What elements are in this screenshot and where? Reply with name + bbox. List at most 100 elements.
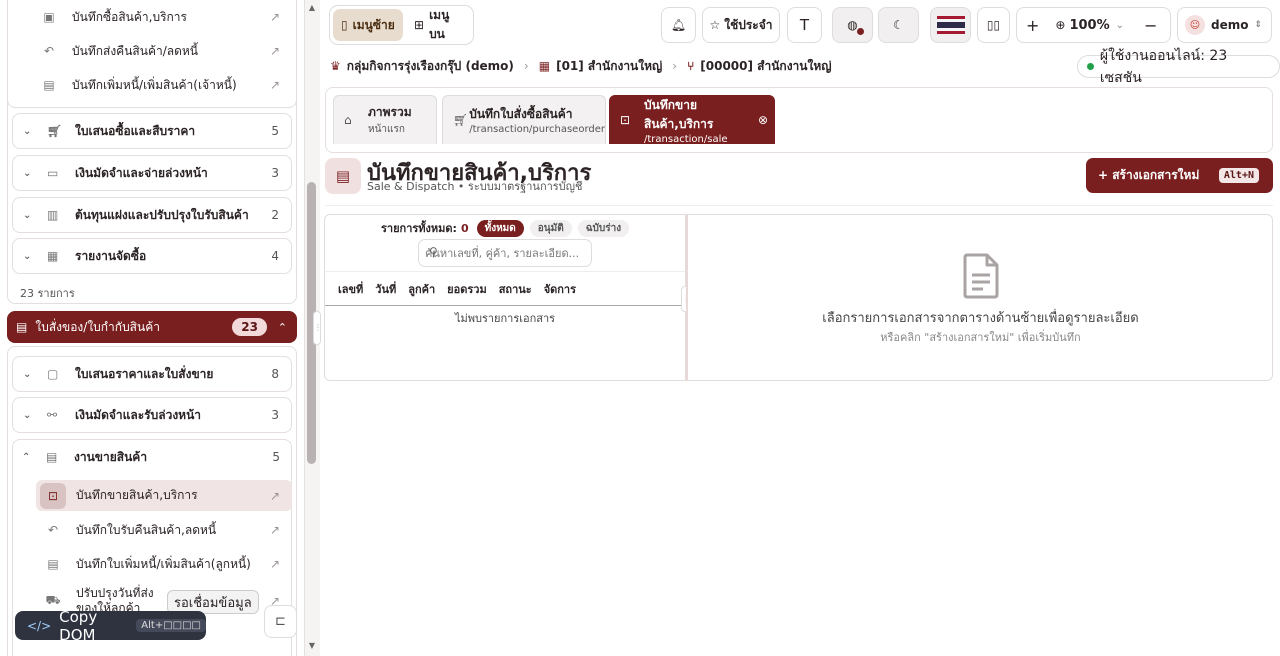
zoom-level[interactable]: 100% [1069, 18, 1109, 33]
category-count: 3 [271, 408, 279, 422]
section-label: ใบสั่งของ/ใบกำกับสินค้า [35, 319, 160, 334]
tab-title: บันทึกขาย [644, 97, 697, 112]
user-menu-button[interactable]: ☺ demo ⇕ [1177, 7, 1272, 43]
chevron-down-icon: ⌄ [1115, 19, 1125, 31]
close-tab-icon[interactable]: ⊗ [758, 113, 768, 127]
external-link-icon[interactable]: ↗ [270, 489, 280, 503]
breadcrumb-sub-branch[interactable]: [00000] สำนักงานใหญ่ [700, 57, 831, 76]
scroll-down-icon[interactable]: ▼ [305, 641, 319, 653]
building-icon: ▦ [538, 59, 551, 73]
moon-icon: ☾ [893, 18, 904, 32]
chevron-down-icon: ⌄ [23, 409, 32, 421]
sidebar-layout-icon: ▯ [341, 18, 348, 32]
star-icon: ☆ [709, 18, 721, 32]
copy-dom-button[interactable]: </> Copy DOM Alt+□□□□ [15, 608, 206, 644]
sidebar-section-sales[interactable]: ▤ ใบสั่งของ/ใบกำกับสินค้า 23 ⌃ [7, 311, 297, 343]
register-icon: ⊡ [620, 113, 631, 127]
filter-draft[interactable]: ฉบับร่าง [577, 219, 630, 237]
sidebar-category-sales-deposit[interactable]: ⌄ ⚯ เงินมัดจำและรับล่วงหน้า 3 [12, 397, 292, 433]
online-users-badge: ผู้ใช้งานออนไลน์: 23 เซสชัน [1077, 48, 1280, 86]
column-status[interactable]: สถานะ [499, 280, 532, 298]
scroll-up-icon[interactable]: ▲ [305, 3, 319, 15]
breadcrumb-company[interactable]: กลุ่มกิจการรุ่งเรืองกรุ๊ป (demo) [347, 57, 514, 76]
column-date[interactable]: วันที่ [375, 280, 396, 298]
dark-mode-button[interactable]: ☾ [878, 7, 919, 43]
divider [325, 205, 1273, 206]
filter-all[interactable]: ทั้งหมด [476, 219, 524, 237]
chevron-down-icon: ⌄ [23, 368, 32, 380]
search-input[interactable]: ค้นหาเลขที่, คู่ค้า, รายละเอียด... ⚲ [418, 239, 592, 267]
menu-top-label: เมนูบน [429, 8, 450, 41]
zoom-out-button[interactable]: − [1144, 16, 1157, 35]
collapse-sidebar-button[interactable]: ⊏ [264, 605, 297, 638]
sidebar-item-label: บันทึกใบรับคืนสินค้า,ลดหนี้ [76, 522, 217, 537]
summary-count: 0 [460, 221, 469, 235]
book-icon: ▯▯ [986, 18, 1001, 32]
undo-icon: ↶ [47, 523, 59, 537]
chevron-up-icon: ⌃ [22, 451, 31, 463]
font-size-button[interactable]: T [787, 7, 822, 43]
purchase-section-border [7, 0, 297, 304]
chevron-up-icon: ⌃ [277, 320, 287, 334]
section-count-badge: 23 [232, 318, 267, 336]
tab-path: หน้าแรก [368, 124, 405, 135]
reading-mode-button[interactable]: ▯▯ [977, 7, 1010, 43]
document-detail-panel: เลือกรายการเอกสารจากตารางด้านซ้ายเพื่อดู… [686, 214, 1273, 381]
empty-document-icon [963, 253, 999, 299]
column-total[interactable]: ยอดรวม [447, 280, 487, 298]
crown-icon: ♛ [330, 59, 341, 73]
tab-path: /transaction/purchaseorder [469, 124, 605, 135]
external-link-icon[interactable]: ↗ [270, 523, 280, 537]
zoom-in-button[interactable]: + [1026, 16, 1039, 35]
language-button[interactable] [930, 7, 971, 43]
sidebar-category-quotation[interactable]: ⌄ ▢ ใบเสนอราคาและใบสั่งขาย 8 [12, 356, 292, 392]
tab-overview[interactable]: ⌂ ภาพรวม หน้าแรก [333, 95, 437, 144]
category-label: เงินมัดจำและรับล่วงหน้า [75, 407, 202, 422]
online-dot-icon [1087, 63, 1094, 70]
list-summary: รายการทั้งหมด: 0 ทั้งหมด อนุมัติ ฉบับร่า… [381, 219, 635, 237]
menu-left-option[interactable]: ▯ เมนูซ้าย [333, 9, 403, 41]
tab-title: ภาพรวม [368, 105, 412, 119]
favorites-button[interactable]: ☆ ใช้ประจำ [702, 7, 780, 43]
chevron-right-icon: › [523, 59, 529, 73]
zoom-control: + ⊕ 100% ⌄ − [1016, 7, 1171, 43]
code-icon: </> [27, 618, 52, 633]
favorites-label: ใช้ประจำ [724, 17, 773, 32]
sidebar-item-sale-return[interactable]: ↶ บันทึกใบรับคืนสินค้า,ลดหนี้ ↗ [36, 515, 292, 545]
palette-dot-icon [857, 28, 864, 35]
tab-sale[interactable]: ⊡ บันทึกขาย สินค้า,บริการ /transaction/s… [609, 95, 775, 145]
column-actions[interactable]: จัดการ [544, 280, 576, 298]
create-document-button[interactable]: + สร้างเอกสารใหม่ Alt+N [1086, 158, 1273, 193]
sidebar-resize-handle[interactable]: ⋮ [313, 311, 322, 345]
theme-palette-button[interactable]: ◍ [832, 7, 873, 43]
external-link-icon[interactable]: ↗ [270, 557, 280, 571]
copy-dom-label: Copy DOM [59, 607, 98, 644]
detail-empty-message: เลือกรายการเอกสารจากตารางด้านซ้ายเพื่อดู… [822, 311, 1139, 326]
font-icon: T [799, 16, 810, 34]
sidebar: ▣ บันทึกซื้อสินค้า,บริการ ↗ ↶ บันทึกส่งค… [0, 0, 304, 656]
column-customer[interactable]: ลูกค้า [408, 280, 435, 298]
grid-icon: ⊞ [414, 18, 425, 32]
sidebar-item-sale[interactable]: ⊡ บันทึกขายสินค้า,บริการ ↗ [36, 480, 292, 511]
filter-approved[interactable]: อนุมัติ [529, 219, 572, 237]
menu-top-option[interactable]: ⊞ เมนูบน [406, 8, 473, 41]
zoom-icon: ⊕ [1055, 18, 1066, 32]
invoice-icon: ▤ [16, 320, 28, 334]
document-icon: ▤ [325, 158, 361, 194]
notifications-button[interactable]: 🔔︎ [661, 7, 696, 43]
sidebar-item-label: บันทึกใบเพิ่มหนี้/เพิ่มสินค้า(ลูกหนี้) [76, 556, 251, 571]
breadcrumb-branch[interactable]: [01] สำนักงานใหญ่ [556, 57, 662, 76]
sidebar-collapse-icon: ⊏ [275, 614, 286, 629]
folder-icon: ▢ [47, 367, 59, 381]
document-list-panel: รายการทั้งหมด: 0 ทั้งหมด อนุมัติ ฉบับร่า… [324, 214, 686, 381]
sidebar-item-sale-debit[interactable]: ▤ บันทึกใบเพิ่มหนี้/เพิ่มสินค้า(ลูกหนี้)… [36, 549, 292, 579]
sidebar-category-sales-work[interactable]: ⌃ ▤ งานขายสินค้า 5 [12, 439, 292, 475]
column-number[interactable]: เลขที่ [338, 280, 363, 298]
menu-left-label: เมนูซ้าย [352, 17, 395, 32]
tab-purchase-order[interactable]: 🛒︎ บันทึกใบสั่งซื้อสินค้า /transaction/p… [442, 95, 606, 144]
register-icon: ⊡ [40, 482, 66, 509]
table-header: เลขที่ วันที่ ลูกค้า ยอดรวม สถานะ จัดการ [325, 271, 685, 306]
page-subtitle: Sale & Dispatch • ระบบมาตรฐานการบัญชี [367, 180, 583, 193]
user-name: demo [1211, 18, 1249, 32]
branch-icon: ⑂ [687, 59, 695, 73]
